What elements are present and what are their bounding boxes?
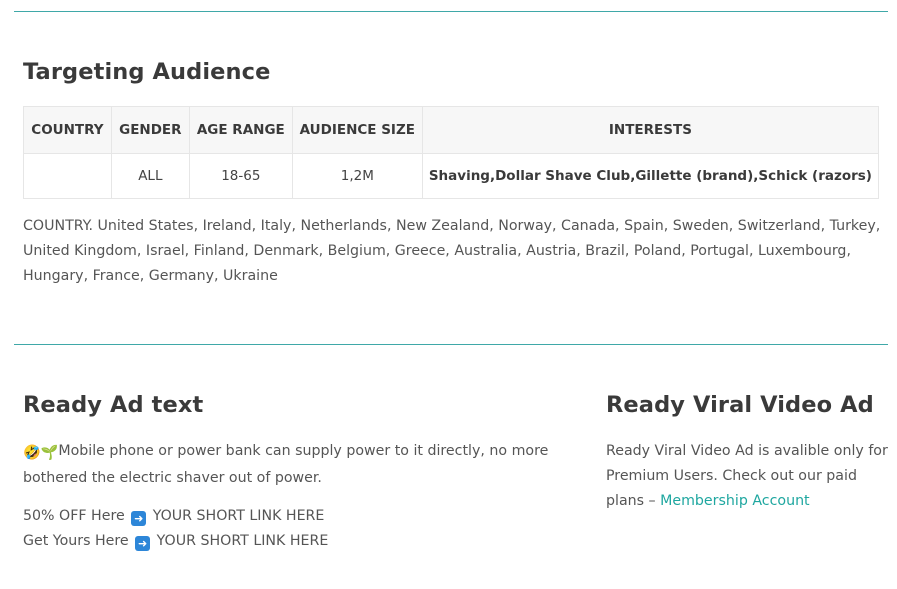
ready-ad-text-heading: Ready Ad text xyxy=(23,392,204,418)
column-header-age-range: AGE RANGE xyxy=(188,106,293,154)
section-divider xyxy=(14,344,888,345)
cell-audience-size: 1,2M xyxy=(291,153,423,199)
cell-interests: Shaving,Dollar Shave Club,Gillette (bran… xyxy=(421,153,880,199)
cta-lines: 50% OFF Here ➜ YOUR SHORT LINK HERE Get … xyxy=(23,504,328,554)
targeting-audience-heading: Targeting Audience xyxy=(23,59,271,85)
ad-text-content: Mobile phone or power bank can supply po… xyxy=(23,443,549,486)
cell-country xyxy=(23,153,112,199)
table-row: ALL 18-65 1,2M Shaving,Dollar Shave Club… xyxy=(23,153,880,199)
cell-age-range: 18-65 xyxy=(188,153,293,199)
video-ad-text: Ready Viral Video Ad is avalible only fo… xyxy=(606,439,888,514)
cell-gender: ALL xyxy=(110,153,190,199)
right-arrow-icon: ➜ xyxy=(135,536,151,551)
country-list-text: COUNTRY. United States, Ireland, Italy, … xyxy=(23,218,881,284)
table-header-row: COUNTRY GENDER AGE RANGE AUDIENCE SIZE I… xyxy=(23,106,880,154)
cta-line-1: 50% OFF Here ➜ YOUR SHORT LINK HERE xyxy=(23,504,328,529)
cta-1-link-text: YOUR SHORT LINK HERE xyxy=(152,508,325,524)
column-header-audience-size: AUDIENCE SIZE xyxy=(291,106,423,154)
audience-table: COUNTRY GENDER AGE RANGE AUDIENCE SIZE I… xyxy=(23,106,880,199)
cta-2-prefix: Get Yours Here xyxy=(23,533,129,549)
column-header-gender: GENDER xyxy=(110,106,190,154)
column-header-country: COUNTRY xyxy=(23,106,112,154)
ready-viral-video-ad-heading: Ready Viral Video Ad xyxy=(606,392,874,418)
seedling-emoji-icon: 🌱 xyxy=(40,445,59,461)
rofl-emoji-icon: 🤣 xyxy=(23,445,41,461)
column-header-interests: INTERESTS xyxy=(421,106,880,154)
cta-2-link-text: YOUR SHORT LINK HERE xyxy=(156,533,329,549)
membership-account-link[interactable]: Membership Account xyxy=(660,493,809,509)
ad-text-body: 🤣🌱Mobile phone or power bank can supply … xyxy=(23,439,563,491)
top-divider xyxy=(14,11,888,12)
right-arrow-icon: ➜ xyxy=(131,511,147,526)
cta-line-2: Get Yours Here ➜ YOUR SHORT LINK HERE xyxy=(23,529,328,554)
cta-1-prefix: 50% OFF Here xyxy=(23,508,125,524)
